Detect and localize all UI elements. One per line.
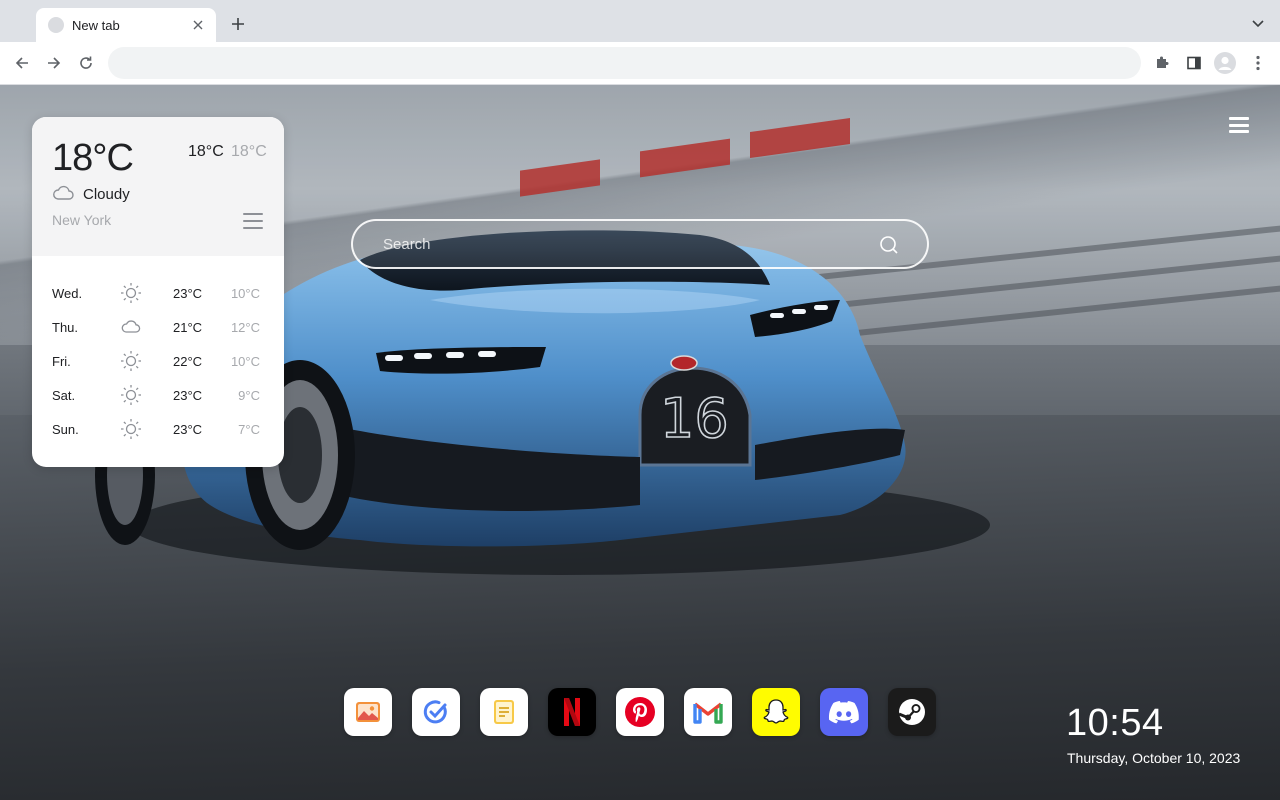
clock-time: 10:54	[1066, 702, 1164, 744]
extensions-button[interactable]	[1151, 52, 1173, 74]
forecast-day: Fri.	[52, 354, 71, 369]
app-steam[interactable]	[888, 688, 936, 736]
back-button[interactable]	[11, 52, 33, 74]
app-gmail[interactable]	[684, 688, 732, 736]
note-icon	[494, 700, 514, 724]
svg-text:16: 16	[660, 387, 729, 450]
forecast-high: 23°C	[173, 388, 203, 403]
forecast-high: 23°C	[173, 422, 203, 437]
forecast-row: Sun. 23°C 7°C	[32, 412, 284, 446]
netflix-icon	[564, 698, 580, 726]
steam-icon	[898, 699, 925, 725]
weather-condition: Cloudy	[83, 186, 130, 203]
search-box[interactable]	[351, 219, 929, 269]
snapchat-icon	[763, 699, 789, 724]
clock-date: Thursday, October 10, 2023	[1067, 750, 1241, 766]
tab-title: New tab	[72, 17, 120, 33]
cloud-icon	[119, 315, 143, 339]
forecast-low: 12°C	[230, 320, 260, 335]
forecast-high: 22°C	[173, 354, 203, 369]
tab-favicon-icon	[48, 17, 64, 33]
arrow-right-icon	[48, 57, 61, 69]
app-notes[interactable]	[480, 688, 528, 736]
app-pinterest[interactable]	[616, 688, 664, 736]
today-low-temperature: 18°C	[231, 143, 267, 160]
forecast-low: 10°C	[230, 354, 260, 369]
search-icon[interactable]	[879, 235, 899, 255]
reload-icon	[80, 56, 92, 69]
pinterest-icon	[625, 697, 655, 727]
forecast-day: Sun.	[52, 422, 79, 437]
forecast-list: Wed. 23°C 10°C Thu. 21°C 12°C Fri. 22°C 10°C Sat.…	[32, 276, 284, 446]
tab-new-tab[interactable]: New tab	[36, 8, 216, 42]
app-tasks[interactable]	[412, 688, 460, 736]
weather-city[interactable]: New York	[52, 212, 111, 228]
forecast-row: Wed. 23°C 10°C	[32, 276, 284, 310]
forecast-row: Fri. 22°C 10°C	[32, 344, 284, 378]
today-high-temperature: 18°C	[188, 143, 224, 160]
close-icon[interactable]	[190, 17, 206, 33]
side-panel-icon	[1187, 56, 1201, 70]
new-tab-button[interactable]	[228, 14, 248, 34]
weather-current: 18°C 18°C 18°C Cloudy New York	[32, 117, 284, 256]
forecast-day: Sat.	[52, 388, 76, 403]
kebab-menu-icon	[1256, 55, 1260, 71]
forecast-day: Thu.	[52, 320, 79, 335]
check-circle-icon	[423, 700, 447, 724]
forecast-high: 23°C	[173, 286, 203, 301]
sun-icon	[119, 281, 143, 305]
discord-icon	[828, 701, 859, 724]
menu-button[interactable]	[1247, 52, 1269, 74]
current-temperature: 18°C	[52, 137, 134, 179]
sun-icon	[119, 349, 143, 373]
forecast-low: 10°C	[230, 286, 260, 301]
new-tab-page: 16 18°C 18°C 18°C Cloudy New York Wed. 2…	[0, 85, 1280, 800]
reload-button[interactable]	[75, 52, 97, 74]
sun-icon	[119, 383, 143, 407]
gmail-icon	[693, 702, 723, 724]
forecast-low: 7°C	[238, 422, 260, 437]
side-panel-button[interactable]	[1183, 52, 1205, 74]
forecast-row: Thu. 21°C 12°C	[32, 310, 284, 344]
chevron-down-icon	[1252, 20, 1264, 28]
forecast-row: Sat. 23°C 9°C	[32, 378, 284, 412]
search-input[interactable]	[383, 221, 863, 267]
profile-button[interactable]	[1214, 52, 1236, 74]
arrow-left-icon	[15, 57, 28, 69]
forecast-high: 21°C	[173, 320, 203, 335]
forward-button[interactable]	[43, 52, 65, 74]
weather-menu-icon[interactable]	[243, 213, 263, 229]
address-bar[interactable]	[108, 47, 1141, 79]
address-input[interactable]	[108, 47, 1141, 79]
app-dock	[344, 688, 936, 736]
forecast-day: Wed.	[52, 286, 83, 301]
app-snapchat[interactable]	[752, 688, 800, 736]
hamburger-menu-icon[interactable]	[1229, 117, 1249, 133]
app-photos[interactable]	[344, 688, 392, 736]
toolbar	[0, 42, 1280, 85]
cloud-icon	[53, 185, 74, 200]
puzzle-icon	[1157, 56, 1169, 68]
tab-search-button[interactable]	[1248, 14, 1268, 34]
weather-widget[interactable]: 18°C 18°C 18°C Cloudy New York Wed. 23°C 1…	[32, 117, 284, 467]
sun-icon	[119, 417, 143, 441]
avatar-icon	[1214, 52, 1236, 74]
tab-strip: New tab	[0, 0, 1280, 42]
app-netflix[interactable]	[548, 688, 596, 736]
forecast-low: 9°C	[238, 388, 260, 403]
app-discord[interactable]	[820, 688, 868, 736]
image-icon	[356, 702, 380, 722]
plus-icon	[232, 18, 244, 30]
